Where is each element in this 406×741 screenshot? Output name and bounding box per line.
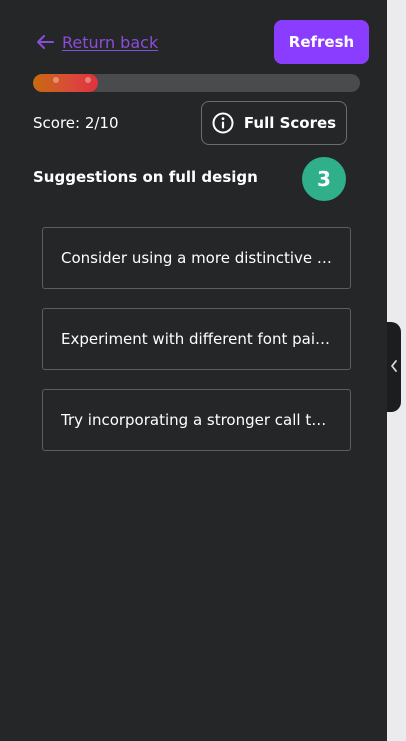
- return-back-link[interactable]: Return back: [36, 30, 158, 54]
- suggestion-text: Try incorporating a stronger call t…: [61, 411, 327, 429]
- progress-sparkle: [53, 77, 59, 83]
- chevron-left-icon: [390, 359, 398, 375]
- suggestion-card[interactable]: Experiment with different font pai…: [42, 308, 351, 370]
- suggestion-count-badge: 3: [302, 157, 346, 201]
- full-scores-label: Full Scores: [243, 114, 337, 132]
- return-back-label: Return back: [62, 32, 159, 52]
- suggestion-text: Experiment with different font pai…: [61, 330, 330, 348]
- suggestions-heading: Suggestions on full design: [33, 168, 258, 186]
- suggestion-text: Consider using a more distinctive …: [61, 249, 332, 267]
- score-text: Score: 2/10: [33, 114, 119, 132]
- suggestion-card[interactable]: Try incorporating a stronger call t…: [42, 389, 351, 451]
- score-progress-bar: [33, 74, 360, 92]
- score-progress-fill: [33, 74, 99, 92]
- suggestions-panel: Return back Refresh Score: 2/10 Full Sco…: [0, 0, 387, 741]
- collapse-panel-handle[interactable]: [387, 322, 401, 412]
- suggestion-card[interactable]: Consider using a more distinctive …: [42, 227, 351, 289]
- progress-sparkle: [85, 77, 91, 83]
- arrow-left-icon: [36, 35, 54, 49]
- full-scores-button[interactable]: Full Scores: [201, 101, 347, 145]
- info-icon: [212, 112, 234, 134]
- refresh-button[interactable]: Refresh: [274, 20, 369, 64]
